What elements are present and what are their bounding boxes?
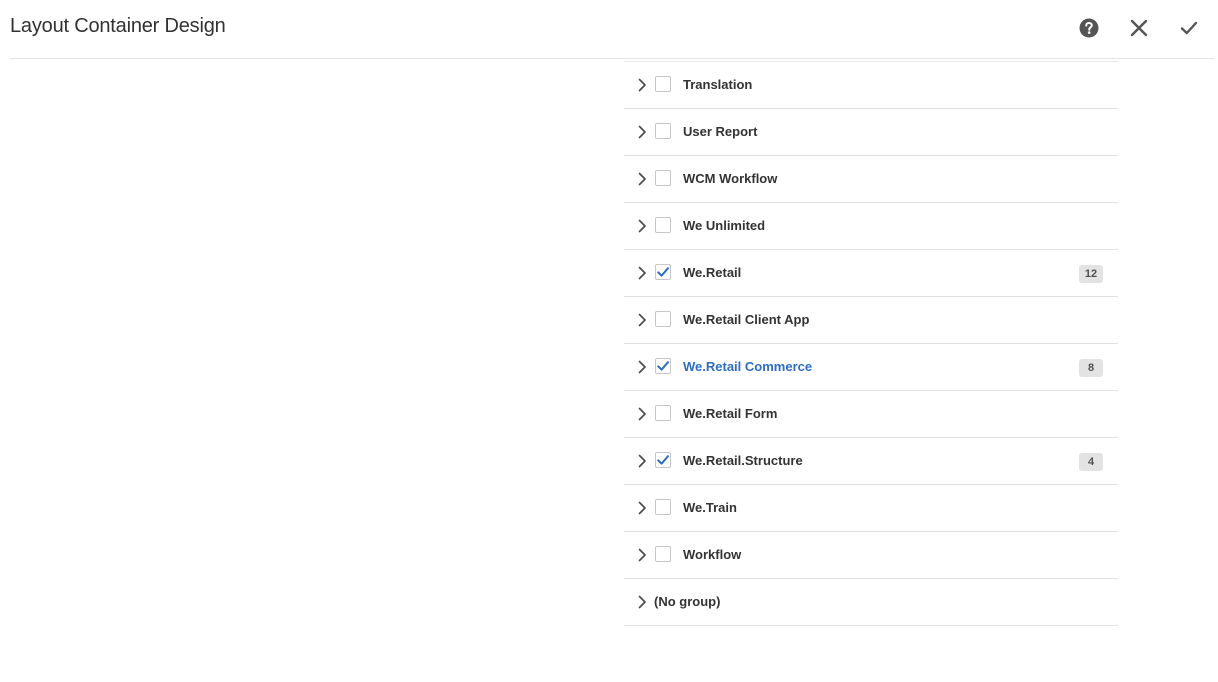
done-button[interactable]	[1177, 16, 1201, 40]
group-label: We.Retail Client App	[683, 312, 810, 327]
group-label: Translation	[683, 77, 753, 92]
group-checkbox[interactable]	[655, 123, 671, 139]
group-label: Workflow	[683, 547, 742, 562]
group-row[interactable]: Translation	[624, 62, 1118, 109]
group-row[interactable]: We.Retail 12	[624, 250, 1118, 297]
group-row[interactable]: We.Train	[624, 485, 1118, 532]
group-row[interactable]: User Report	[624, 109, 1118, 156]
group-row[interactable]: We.Retail Form	[624, 391, 1118, 438]
chevron-right-icon[interactable]	[635, 594, 649, 610]
group-label: We.Retail Commerce	[683, 359, 813, 374]
group-checkbox[interactable]	[655, 170, 671, 186]
header-actions	[1051, 16, 1201, 40]
group-label: We.Train	[683, 500, 737, 515]
chevron-right-icon[interactable]	[635, 77, 649, 93]
group-checkbox[interactable]	[655, 358, 671, 374]
group-row[interactable]: WCM Workflow	[624, 156, 1118, 203]
close-button[interactable]	[1127, 16, 1151, 40]
group-label: We.Retail.Structure	[683, 453, 803, 468]
checkmark-icon	[657, 361, 669, 371]
group-checkbox[interactable]	[655, 217, 671, 233]
checkmark-icon	[657, 455, 669, 465]
selected-count-badge: 12	[1079, 265, 1103, 283]
group-row[interactable]: We.Retail Client App	[624, 297, 1118, 344]
chevron-right-icon[interactable]	[635, 359, 649, 375]
chevron-right-icon[interactable]	[635, 218, 649, 234]
group-row[interactable]: We.Retail.Structure 4	[624, 438, 1118, 485]
group-label: We.Retail	[683, 265, 742, 280]
chevron-right-icon[interactable]	[635, 406, 649, 422]
group-label: We.Retail Form	[683, 406, 778, 421]
group-label: (No group)	[654, 594, 721, 609]
group-checkbox[interactable]	[655, 264, 671, 280]
checkmark-icon	[1180, 21, 1198, 35]
group-checkbox[interactable]	[655, 546, 671, 562]
chevron-right-icon[interactable]	[635, 312, 649, 328]
group-row[interactable]: (No group)	[624, 579, 1118, 626]
group-label: We Unlimited	[683, 218, 766, 233]
selected-count-badge: 4	[1079, 453, 1103, 471]
group-checkbox[interactable]	[655, 311, 671, 327]
chevron-right-icon[interactable]	[635, 171, 649, 187]
chevron-right-icon[interactable]	[635, 124, 649, 140]
selected-count-badge: 8	[1079, 359, 1103, 377]
group-checkbox[interactable]	[655, 499, 671, 515]
component-group-list: Translation User Report WCM Workflow We Unl…	[624, 61, 1118, 626]
group-label: WCM Workflow	[683, 171, 778, 186]
chevron-right-icon[interactable]	[635, 453, 649, 469]
dialog-header: Layout Container Design	[10, 0, 1215, 59]
help-button[interactable]	[1077, 16, 1101, 40]
close-icon	[1130, 19, 1148, 37]
group-row[interactable]: We.Retail Commerce 8	[624, 344, 1118, 391]
group-checkbox[interactable]	[655, 452, 671, 468]
chevron-right-icon[interactable]	[635, 547, 649, 563]
chevron-right-icon[interactable]	[635, 500, 649, 516]
group-checkbox[interactable]	[655, 405, 671, 421]
dialog-title: Layout Container Design	[10, 15, 226, 37]
checkmark-icon	[657, 267, 669, 277]
group-checkbox[interactable]	[655, 76, 671, 92]
help-circle-icon	[1079, 18, 1099, 38]
group-row[interactable]: We Unlimited	[624, 203, 1118, 250]
chevron-right-icon[interactable]	[635, 265, 649, 281]
group-label: User Report	[683, 124, 758, 139]
group-row[interactable]: Workflow	[624, 532, 1118, 579]
